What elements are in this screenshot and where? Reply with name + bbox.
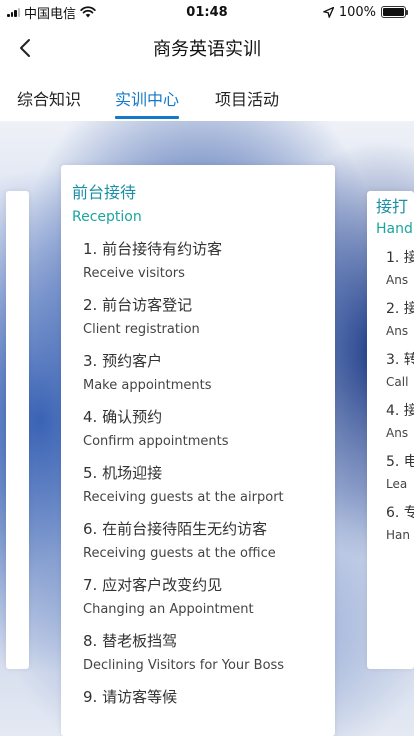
lesson-item[interactable]: 4. 接 Ans [386, 400, 414, 440]
lesson-title-en: Call [386, 375, 409, 389]
status-bar: 中国电信 01:48 100% [0, 0, 414, 24]
tab-bar: 综合知识 实训中心 项目活动 [0, 72, 414, 121]
lesson-title-en: Client registration [83, 322, 200, 337]
navigation-bar: 商务英语实训 [0, 24, 414, 72]
lesson-title-cn: 1. 前台接待有约访客 [83, 240, 223, 258]
signal-icon [7, 7, 20, 17]
lesson-item[interactable]: 3. 转 Call [386, 349, 414, 389]
location-icon [322, 6, 334, 18]
carrier-label: 中国电信 [24, 6, 77, 22]
tab-project-activities[interactable]: 项目活动 [215, 72, 279, 110]
back-button[interactable] [14, 36, 36, 60]
lesson-title-en: Ans [386, 426, 409, 440]
lesson-item[interactable]: 3. 预约客户 Make appointments [83, 350, 333, 393]
lesson-item[interactable]: 8. 替老板挡驾 Declining Visitors for Your Bos… [83, 630, 333, 673]
wifi-icon [80, 6, 96, 18]
lesson-item[interactable]: 6. 在前台接待陌生无约访客 Receiving guests at the o… [83, 518, 333, 561]
status-left: 中国电信 [7, 3, 96, 22]
lesson-title-cn: 8. 替老板挡驾 [83, 632, 178, 650]
lesson-title-cn: 2. 接 [386, 301, 414, 317]
lesson-item[interactable]: 4. 确认预约 Confirm appointments [83, 406, 333, 449]
card-subtitle: Reception [72, 209, 142, 225]
lesson-item[interactable]: 1. 前台接待有约访客 Receive visitors [83, 238, 333, 281]
lesson-title-cn: 2. 前台访客登记 [83, 296, 193, 314]
lesson-title-en: Lea [386, 477, 408, 491]
lesson-title-cn: 5. 机场迎接 [83, 464, 163, 482]
lesson-item[interactable]: 7. 应对客户改变约见 Changing an Appointment [83, 574, 333, 617]
page-title: 商务英语实训 [153, 39, 261, 60]
lesson-title-en: Han [386, 528, 410, 542]
tab-training-center[interactable]: 实训中心 [115, 72, 180, 119]
lesson-title-cn: 5. 电 [386, 454, 414, 470]
lesson-title-en: Confirm appointments [83, 434, 229, 449]
lesson-title-cn: 3. 转 [386, 352, 414, 368]
lesson-title-cn: 1. 接 [386, 250, 414, 266]
next-card[interactable]: 接打 Hand 1. 接 Ans 2. 接 Ans 3. 转 Call 4. 接… [367, 191, 414, 669]
lesson-item[interactable]: 5. 机场迎接 Receiving guests at the airport [83, 462, 333, 505]
battery-icon [381, 6, 408, 18]
battery-fill [383, 8, 404, 16]
lesson-item[interactable]: 5. 电 Lea [386, 451, 414, 491]
lesson-title-cn: 3. 预约客户 [83, 352, 163, 370]
status-right: 100% [322, 4, 408, 20]
lesson-title-en: Ans [386, 324, 409, 338]
card-title: 接打 [376, 197, 409, 216]
card-subtitle: Hand [376, 221, 413, 237]
lesson-title-en: Make appointments [83, 378, 212, 393]
lesson-title-en: Declining Visitors for Your Boss [83, 658, 285, 673]
chevron-left-icon [20, 39, 30, 57]
lesson-title-cn: 6. 在前台接待陌生无约访客 [83, 520, 268, 538]
tab-comprehensive-knowledge[interactable]: 综合知识 [17, 72, 81, 110]
lesson-title-en: Ans [386, 273, 409, 287]
lesson-title-en: Changing an Appointment [83, 602, 254, 617]
lesson-title-cn: 4. 接 [386, 403, 414, 419]
lesson-title-cn: 4. 确认预约 [83, 408, 163, 426]
lesson-title-cn: 7. 应对客户改变约见 [83, 576, 223, 594]
card-carousel[interactable]: 前台接待 Reception 1. 前台接待有约访客 Receive visit… [0, 121, 414, 736]
lesson-item[interactable]: 6. 专 Han [386, 502, 414, 542]
lesson-title-en: Receiving guests at the office [83, 546, 276, 561]
module-card-reception[interactable]: 前台接待 Reception 1. 前台接待有约访客 Receive visit… [61, 165, 335, 736]
lesson-item[interactable]: 2. 前台访客登记 Client registration [83, 294, 333, 337]
lesson-item[interactable]: 1. 接 Ans [386, 247, 414, 287]
lesson-title-cn: 9. 请访客等候 [83, 688, 178, 706]
lesson-item[interactable]: 9. 请访客等候 [83, 686, 333, 714]
battery-percent: 100% [338, 4, 376, 20]
card-title: 前台接待 [72, 183, 137, 202]
lesson-item[interactable]: 2. 接 Ans [386, 298, 414, 338]
lesson-title-cn: 6. 专 [386, 505, 414, 521]
lesson-title-en: Receiving guests at the airport [83, 490, 284, 505]
lesson-title-en: Receive visitors [83, 266, 185, 281]
previous-card[interactable] [6, 191, 29, 669]
